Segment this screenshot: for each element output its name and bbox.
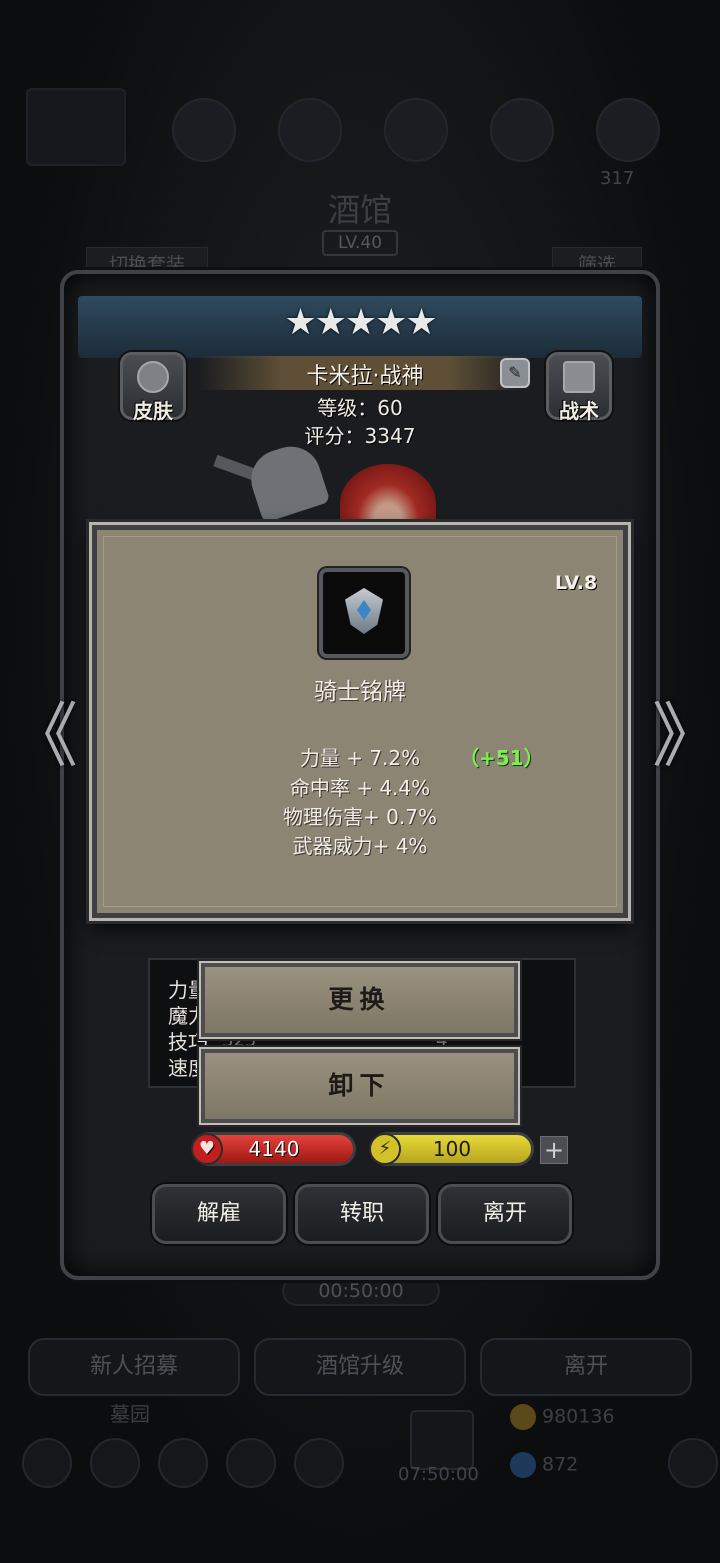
lightning-icon: ⚡: [369, 1133, 401, 1165]
add-energy-button[interactable]: +: [540, 1136, 568, 1164]
knight-badge-icon: [319, 568, 409, 658]
item-name: 骑士铭牌: [314, 679, 406, 705]
tavern-title: 酒馆: [327, 191, 392, 229]
nav-icon-3[interactable]: [158, 1438, 208, 1488]
skin-icon: [137, 361, 169, 393]
category-icon-1: [172, 98, 236, 162]
item-stat-weapon-power: 武器威力+ 4%: [292, 834, 428, 858]
top-icon-bar: [0, 88, 720, 168]
gold-coin-icon: [510, 1404, 536, 1430]
hero-tab-icon: [26, 88, 126, 166]
heart-icon: ♥: [191, 1133, 223, 1165]
tavern-upgrade-button[interactable]: 酒馆升级: [254, 1338, 466, 1396]
bottom-nav-row: [0, 1420, 720, 1560]
category-icon-3: [384, 98, 448, 162]
energy-value: 100: [432, 1137, 472, 1161]
pencil-icon: ✎: [508, 363, 522, 382]
nav-icon-6[interactable]: [668, 1438, 718, 1488]
category-icon-2: [278, 98, 342, 162]
hero-level: 等级：60: [317, 396, 403, 420]
item-level: LV.8: [555, 572, 598, 594]
class-change-button[interactable]: 转职: [295, 1184, 429, 1244]
top-counter: 317: [600, 168, 635, 189]
energy-bar: ⚡ 100: [369, 1132, 534, 1166]
gear-icon: [563, 361, 595, 393]
edit-name-button[interactable]: ✎: [500, 358, 530, 388]
gift-box-icon[interactable]: [410, 1410, 474, 1470]
item-stat-physical-damage: 物理伤害+ 0.7%: [283, 805, 437, 829]
unequip-button[interactable]: 卸下: [201, 1049, 518, 1123]
nav-icon-1[interactable]: [22, 1438, 72, 1488]
dismiss-button[interactable]: 解雇: [152, 1184, 286, 1244]
gold-value: 980136: [542, 1405, 615, 1428]
hero-name: 卡米拉·战神: [306, 364, 424, 389]
hero-stars: ★★★★★: [284, 302, 437, 343]
item-stat-accuracy: 命中率 + 4.4%: [289, 776, 431, 800]
hp-bar: ♥ 4140: [191, 1132, 356, 1166]
gift-timer: 07:50:00: [398, 1464, 479, 1485]
hero-portrait: [213, 434, 514, 544]
new-recruit-button[interactable]: 新人招募: [28, 1338, 240, 1396]
item-bonus: （+51）: [459, 746, 544, 770]
item-detail-popup: LV.8 骑士铭牌 力量 + 7.2% （+51） 命中率 + 4.4% 物理伤…: [92, 525, 628, 918]
nav-icon-4[interactable]: [226, 1438, 276, 1488]
replace-button[interactable]: 更换: [201, 963, 518, 1037]
prev-hero-arrow-icon[interactable]: 《: [8, 680, 78, 781]
category-icon-4: [490, 98, 554, 162]
nav-icon-2[interactable]: [90, 1438, 140, 1488]
tavern-level: LV.40: [322, 230, 398, 256]
item-stat-strength: 力量 + 7.2%: [299, 746, 421, 770]
gem-icon: [510, 1452, 536, 1478]
leave-button[interactable]: 离开: [438, 1184, 572, 1244]
recruit-timer: 00:50:00: [282, 1276, 440, 1306]
axe-icon: [243, 438, 331, 524]
next-hero-arrow-icon[interactable]: 》: [652, 680, 720, 781]
nav-icon-5[interactable]: [294, 1438, 344, 1488]
gem-counter: 872: [510, 1452, 578, 1478]
gem-value: 872: [542, 1453, 579, 1476]
category-icon-5: [596, 98, 660, 162]
tavern-leave-button[interactable]: 离开: [480, 1338, 692, 1396]
hp-value: 4140: [248, 1137, 300, 1161]
gold-counter: 980136: [510, 1404, 615, 1430]
